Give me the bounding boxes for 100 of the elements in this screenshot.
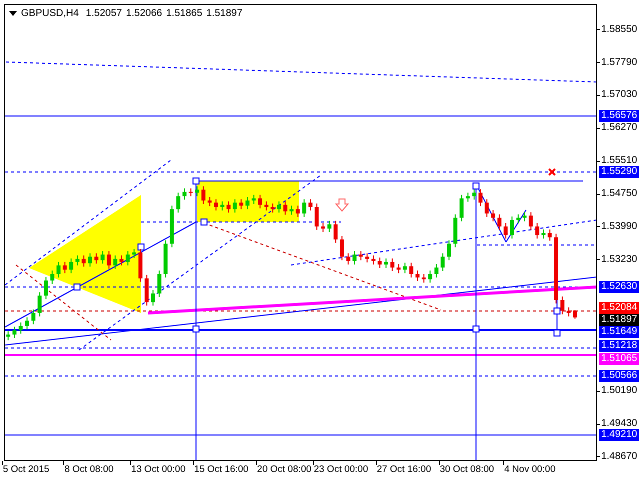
candlestick [276, 200, 281, 214]
price-level-label: 1.49210 [599, 429, 640, 441]
candlestick [472, 188, 476, 200]
time-tick-label: 13 Oct 00:00 [131, 464, 186, 476]
candlestick [195, 186, 200, 197]
candlestick [314, 203, 319, 230]
candlestick [75, 254, 80, 266]
time-tick-label: 5 Oct 2015 [2, 464, 50, 476]
price-level-label: 1.50566 [599, 370, 640, 382]
candlestick [214, 198, 218, 211]
candlestick [428, 270, 432, 284]
price-level-label: 1.51218 [599, 340, 640, 352]
dropdown-triangle-icon[interactable] [9, 11, 17, 16]
candlestick [566, 306, 571, 317]
candlestick [491, 210, 496, 222]
candlestick [497, 214, 502, 230]
price-tick-label: 1.54750 [597, 188, 638, 200]
time-tick-label: 30 Oct 08:00 [440, 464, 494, 476]
candlestick [296, 205, 300, 218]
price-level-label: 1.52084 [599, 302, 640, 314]
candlestick [560, 296, 564, 315]
candlestick [226, 200, 231, 214]
candlestick [182, 188, 186, 200]
candlestick [176, 192, 180, 214]
candlestick [478, 188, 482, 207]
candlestick [144, 274, 149, 306]
candlestick [516, 214, 520, 224]
candlestick [31, 308, 36, 325]
candlestick [220, 200, 224, 211]
candlestick [44, 276, 48, 300]
candlestick [504, 222, 508, 240]
candlestick [402, 262, 407, 274]
price-tick-label: 1.49430 [597, 418, 638, 430]
candlestick [208, 196, 212, 207]
price-tick-label: 1.56270 [597, 122, 638, 134]
candlestick [50, 270, 54, 284]
candlestick [283, 200, 288, 216]
candlestick [466, 192, 470, 202]
price-quote: 1.51897 [206, 8, 242, 19]
candlestick [396, 264, 401, 274]
down-arrow-icon [334, 198, 350, 212]
time-tick-label: 20 Oct 08:00 [257, 464, 312, 476]
candlestick [82, 254, 86, 268]
candlestick [88, 252, 92, 268]
price-level-label: 1.52630 [599, 281, 640, 293]
candlestick [12, 326, 16, 339]
candlestick [460, 194, 464, 222]
time-tick-label: 27 Oct 16:00 [376, 464, 432, 476]
candlestick [69, 258, 74, 274]
candlestick [270, 203, 275, 214]
symbol-label: GBPUSD,H4 [21, 8, 79, 19]
price-level-label: 1.51649 [599, 326, 640, 338]
candlestick [528, 212, 533, 230]
candlestick [94, 252, 98, 264]
candlestick [384, 258, 388, 268]
candlestick [484, 198, 489, 218]
candlestick [6, 330, 10, 341]
candlestick [440, 252, 445, 272]
candlestick [346, 252, 350, 266]
candlestick [302, 198, 306, 218]
candlestick [157, 270, 162, 298]
candlestick [378, 257, 382, 268]
candlestick [334, 220, 338, 244]
candlestick [38, 292, 42, 317]
candlestick [409, 262, 414, 278]
time-tick-label: 15 Oct 16:00 [194, 464, 248, 476]
cross-icon [548, 168, 556, 176]
price-tick-label: 1.50190 [597, 385, 638, 398]
price-quote: 1.52057 [86, 8, 122, 19]
candlestick [258, 194, 262, 209]
price-quote: 1.51865 [166, 8, 202, 19]
candlestick [365, 252, 370, 263]
candlestick [522, 212, 527, 222]
candlestick [371, 254, 376, 266]
candlestick [416, 270, 420, 282]
price-quote: 1.52066 [126, 8, 162, 19]
time-tick-label: 23 Oct 00:00 [314, 464, 368, 476]
candlestick [321, 222, 326, 233]
price-tick-label: 1.57790 [597, 56, 638, 69]
candlestick [25, 316, 30, 330]
price-tick-label: 1.57030 [597, 89, 638, 102]
price-tick-label: 1.53230 [597, 254, 638, 266]
candlestick [132, 248, 136, 259]
price-level-label: 1.55290 [599, 166, 640, 178]
candlestick [106, 250, 111, 270]
candlestick [245, 196, 250, 210]
candlestick [290, 205, 294, 216]
price-level-label: 1.56576 [599, 110, 640, 122]
price-tick-label: 1.58550 [597, 24, 638, 36]
candlestick [548, 228, 552, 242]
candlestick [252, 194, 256, 204]
time-tick-label: 4 Nov 00:00 [504, 464, 556, 476]
candlestick [541, 228, 546, 240]
price-tick-label: 1.53990 [597, 220, 638, 233]
candlestick [308, 198, 312, 211]
candlestick [390, 258, 394, 272]
candlestick [340, 235, 344, 261]
candlestick [100, 250, 105, 264]
candlestick [434, 264, 438, 278]
candlestick [232, 198, 237, 214]
